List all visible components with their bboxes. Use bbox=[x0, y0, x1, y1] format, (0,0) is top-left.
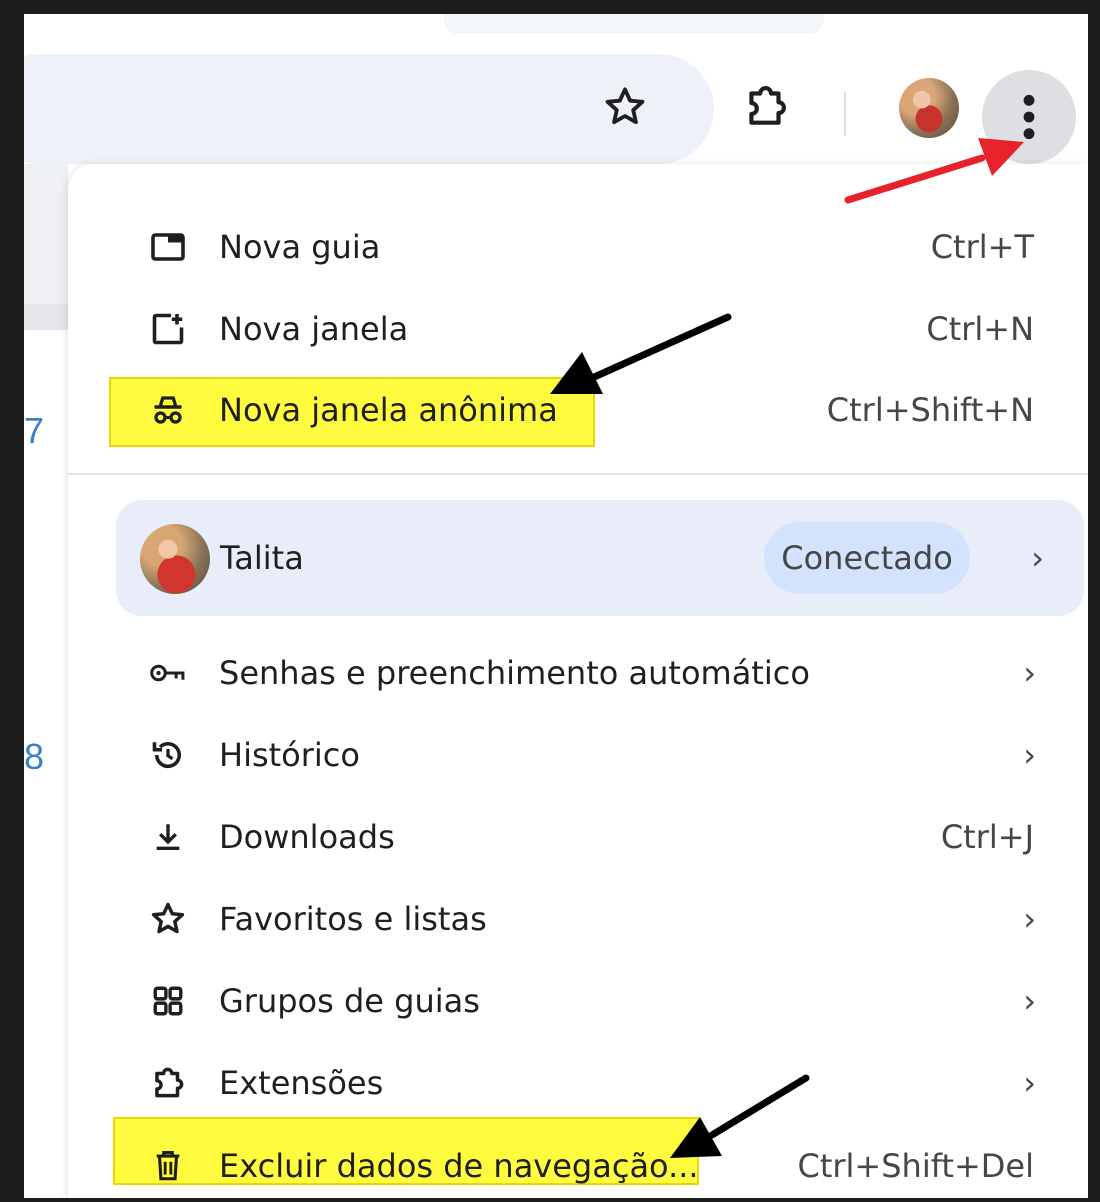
chevron-right-icon: › bbox=[1023, 736, 1036, 774]
menu-item-label: Excluir dados de navegação... bbox=[219, 1147, 699, 1185]
screenshot-frame-bottom bbox=[0, 1198, 1100, 1202]
tab-groups-icon bbox=[146, 979, 190, 1023]
screenshot-frame-right bbox=[1088, 0, 1100, 1202]
browser-toolbar bbox=[24, 14, 1088, 164]
menu-kebab-button[interactable] bbox=[982, 70, 1076, 164]
menu-item-incognito-window[interactable]: Nova janela anônima Ctrl+Shift+N bbox=[68, 370, 1088, 450]
menu-item-tab-groups[interactable]: Grupos de guias › bbox=[68, 961, 1088, 1041]
menu-item-new-tab[interactable]: Nova guia Ctrl+T bbox=[68, 207, 1088, 287]
new-tab-icon bbox=[146, 225, 190, 269]
menu-item-shortcut: Ctrl+T bbox=[930, 228, 1034, 266]
menu-item-new-window[interactable]: Nova janela Ctrl+N bbox=[68, 289, 1088, 369]
profile-row[interactable]: Talita Conectado › bbox=[116, 500, 1084, 616]
menu-divider bbox=[68, 473, 1088, 475]
download-icon bbox=[146, 815, 190, 859]
menu-item-label: Nova janela anônima bbox=[219, 391, 558, 429]
menu-item-extensions[interactable]: Extensões › bbox=[68, 1043, 1088, 1123]
chevron-right-icon: › bbox=[1023, 982, 1036, 1020]
sync-status-badge: Conectado bbox=[764, 522, 970, 594]
extensions-puzzle-icon[interactable] bbox=[734, 74, 798, 138]
chevron-right-icon: › bbox=[1023, 654, 1036, 692]
bookmark-star-icon[interactable] bbox=[594, 76, 656, 138]
chevron-right-icon: › bbox=[1031, 539, 1044, 577]
tab-strip-edge bbox=[444, 14, 824, 34]
page-number-fragment: 8 bbox=[24, 736, 45, 777]
menu-item-clear-browsing-data[interactable]: Excluir dados de navegação... Ctrl+Shift… bbox=[68, 1126, 1088, 1198]
chrome-main-menu: Nova guia Ctrl+T Nova janela Ctrl+N Nova… bbox=[68, 164, 1088, 1198]
history-icon bbox=[146, 733, 190, 777]
page-background-strip bbox=[24, 304, 68, 330]
menu-item-label: Nova janela bbox=[219, 310, 409, 348]
menu-item-shortcut: Ctrl+Shift+N bbox=[826, 391, 1034, 429]
trash-icon bbox=[146, 1144, 190, 1188]
page-number-fragment: 7 bbox=[24, 410, 45, 451]
menu-item-label: Grupos de guias bbox=[219, 982, 480, 1020]
menu-item-label: Extensões bbox=[219, 1064, 384, 1102]
menu-item-shortcut: Ctrl+Shift+Del bbox=[797, 1147, 1034, 1185]
profile-avatar[interactable] bbox=[899, 78, 959, 138]
new-window-icon bbox=[146, 307, 190, 351]
menu-item-label: Histórico bbox=[219, 736, 360, 774]
menu-item-label: Senhas e preenchimento automático bbox=[219, 654, 810, 692]
menu-item-shortcut: Ctrl+N bbox=[926, 310, 1034, 348]
menu-item-label: Nova guia bbox=[219, 228, 381, 266]
screenshot-frame-top bbox=[0, 0, 1100, 14]
puzzle-icon bbox=[146, 1061, 190, 1105]
chevron-right-icon: › bbox=[1023, 900, 1036, 938]
page-background-strip bbox=[24, 164, 68, 304]
browser-window: 7 8 Nova guia Ctrl+T Nova janela Ctrl+N bbox=[24, 14, 1088, 1198]
profile-avatar bbox=[140, 524, 210, 594]
chevron-right-icon: › bbox=[1023, 1064, 1036, 1102]
menu-item-bookmarks[interactable]: Favoritos e listas › bbox=[68, 879, 1088, 959]
kebab-vertical-icon bbox=[1023, 94, 1035, 140]
menu-item-shortcut: Ctrl+J bbox=[940, 818, 1034, 856]
incognito-icon bbox=[146, 388, 190, 432]
menu-item-downloads[interactable]: Downloads Ctrl+J bbox=[68, 797, 1088, 877]
key-icon bbox=[146, 651, 190, 695]
menu-item-passwords[interactable]: Senhas e preenchimento automático › bbox=[68, 633, 1088, 713]
menu-item-history[interactable]: Histórico › bbox=[68, 715, 1088, 795]
menu-item-label: Downloads bbox=[219, 818, 395, 856]
toolbar-separator bbox=[844, 92, 846, 136]
profile-name: Talita bbox=[220, 539, 304, 577]
star-icon bbox=[146, 897, 190, 941]
menu-item-label: Favoritos e listas bbox=[219, 900, 487, 938]
screenshot-frame-left bbox=[0, 0, 24, 1202]
